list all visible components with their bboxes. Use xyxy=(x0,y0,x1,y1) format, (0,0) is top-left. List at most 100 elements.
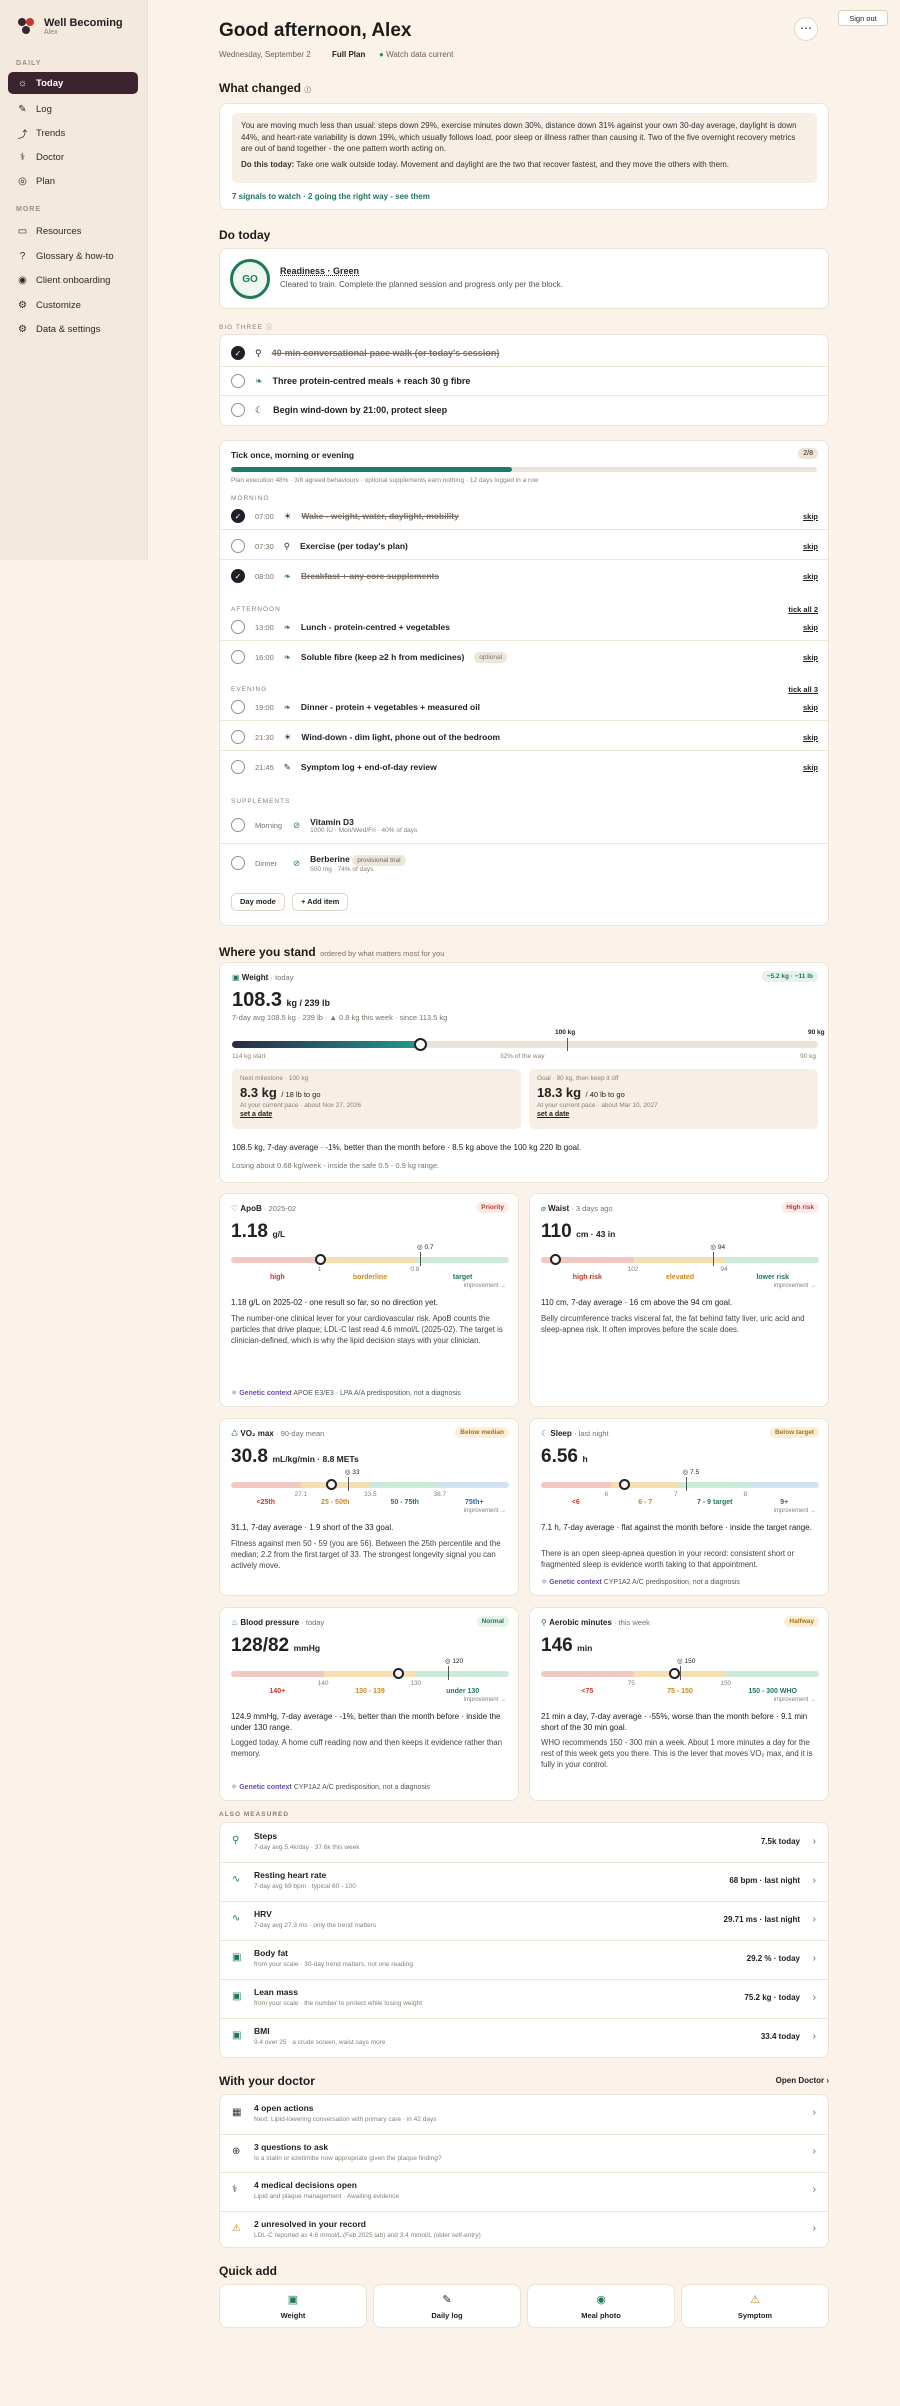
what-changed-body: You are moving much less than usual: ste… xyxy=(241,121,797,153)
sleep-tick-label: 6 xyxy=(604,1491,609,1498)
checkbox[interactable] xyxy=(231,620,245,634)
doctor-row[interactable]: ⊕ 3 questions to ask Is a statin or ezetim… xyxy=(220,2133,828,2172)
add-item-button[interactable]: + Add item xyxy=(292,893,349,911)
checkbox[interactable] xyxy=(231,539,245,553)
checkbox[interactable] xyxy=(231,760,245,774)
tick-all-evening[interactable]: tick all 3 xyxy=(788,685,818,694)
quick-add-icon: ▣ xyxy=(287,2294,299,2306)
tick-row[interactable]: 21:30 ☀ Wind-down - dim light, phone out o… xyxy=(220,728,828,746)
leaf-icon: ❧ xyxy=(283,651,291,662)
more-icon[interactable]: ⋯ xyxy=(794,17,818,41)
aero-card[interactable]: ⚲ Aerobic minutes · this week Halfway 146 … xyxy=(529,1607,829,1801)
optional-badge: optional xyxy=(474,651,508,663)
tick-row[interactable]: 19:00 ❧ Dinner - protein + vegetables + me… xyxy=(220,698,828,716)
waist-card[interactable]: ⌀ Waist · 3 days ago High risk 110 cm · 43… xyxy=(529,1193,829,1407)
doctor-row[interactable]: ⚠ 2 unresolved in your record LDL-C report… xyxy=(220,2210,828,2249)
quick-add-daily-log[interactable]: ✎ Daily log xyxy=(373,2284,521,2328)
checkbox[interactable] xyxy=(231,403,245,417)
also-row[interactable]: ∿ HRV 7-day avg 27.3 ms · only the trend m… xyxy=(220,1901,828,1940)
skip-link[interactable]: skip xyxy=(803,623,818,632)
skip-link[interactable]: skip xyxy=(803,512,818,521)
open-doctor-link[interactable]: Open Doctor › xyxy=(776,2076,829,2085)
sleep-zone-label: 9+ xyxy=(780,1499,789,1506)
tick-all-afternoon[interactable]: tick all 2 xyxy=(788,605,818,614)
also-row[interactable]: ▣ Body fat from your scale · 30-day trend … xyxy=(220,1940,828,1979)
day-mode-button[interactable]: Day mode xyxy=(231,893,285,911)
big-three-item[interactable]: ❧ Three protein-centred meals + reach 30 … xyxy=(220,371,828,391)
tick-row[interactable]: ✓ 08:00 ❧ Breakfast + any core supplements s… xyxy=(220,567,828,585)
aero-status-badge: Halfway xyxy=(784,1616,819,1627)
vo2-value-row: 30.8 mL/kg/min · 8.8 METs xyxy=(231,1446,359,1468)
quick-add-weight[interactable]: ▣ Weight xyxy=(219,2284,367,2328)
big-three-item[interactable]: ☾ Begin wind-down by 21:00, protect sleep xyxy=(220,400,828,420)
checkbox[interactable] xyxy=(231,374,245,388)
sleep-status-badge: Below target xyxy=(769,1427,819,1438)
aero-target-label: ◎ 150 xyxy=(677,1658,696,1665)
set-date-link[interactable]: set a date xyxy=(240,1111,513,1118)
checkbox[interactable] xyxy=(231,700,245,714)
skip-link[interactable]: skip xyxy=(803,703,818,712)
tick-row[interactable]: 13:00 ❧ Lunch - protein-centred + vegetabl… xyxy=(220,618,828,636)
also-row[interactable]: ∿ Resting heart rate 7-day avg 69 bpm · ty… xyxy=(220,1862,828,1901)
nav-item-onboarding[interactable]: ◉ Client onboarding xyxy=(8,269,138,291)
doctor-icon: ⚕ xyxy=(232,2184,238,2195)
checkbox[interactable]: ✓ xyxy=(231,346,245,360)
skip-link[interactable]: skip xyxy=(803,542,818,551)
nav-item-plan[interactable]: ◎ Plan xyxy=(8,170,138,192)
big-three-item[interactable]: ✓ ⚲ 40-min conversational-pace walk (or to… xyxy=(220,343,828,363)
apob-genetic-context[interactable]: ⚛ Genetic context APOE E3/E3 · LPA A/A p… xyxy=(231,1389,461,1397)
checkbox[interactable] xyxy=(231,818,245,832)
nav-item-resources[interactable]: ▭ Resources xyxy=(8,220,138,242)
aero-target-value: 150 xyxy=(684,1658,696,1665)
skip-link[interactable]: skip xyxy=(803,653,818,662)
bp-genetic-context[interactable]: ⚛ Genetic context CYP1A2 A/C predisposit… xyxy=(231,1783,430,1791)
also-row[interactable]: ⚲ Steps 7-day avg 5.4k/day · 37.6k this we… xyxy=(220,1823,828,1862)
nav-item-trends[interactable]: ⤴ Trends xyxy=(8,122,138,144)
vo2-card[interactable]: ♺ VO₂ max · 90-day mean Below median 30.8 … xyxy=(219,1418,519,1596)
tick-row[interactable]: 21:45 ✎ Symptom log + end-of-day review ski… xyxy=(220,758,828,776)
weight-card[interactable]: ▣ Weight · today −5.2 kg · −11 lb 108.3 … xyxy=(219,962,829,1183)
info-icon[interactable]: ⓘ xyxy=(304,87,311,94)
nav-item-doctor[interactable]: ⚕ Doctor xyxy=(8,146,138,168)
waist-detail: Belly circumference tracks visceral fat,… xyxy=(541,1314,805,1334)
sign-out-button[interactable]: Sign out xyxy=(838,10,888,26)
skip-link[interactable]: skip xyxy=(803,572,818,581)
quick-add-meal-photo[interactable]: ◉ Meal photo xyxy=(527,2284,675,2328)
app-logo[interactable]: Well Becoming Alex xyxy=(16,16,123,36)
checkbox[interactable] xyxy=(231,650,245,664)
evening-heading: EVENING xyxy=(231,686,268,693)
sleep-card[interactable]: ☾ Sleep · last night Below target 6.56 h ◎ … xyxy=(529,1418,829,1596)
checkbox[interactable] xyxy=(231,856,245,870)
signals-link[interactable]: 7 signals to watch · 2 going the right w… xyxy=(232,192,430,201)
checkbox[interactable]: ✓ xyxy=(231,509,245,523)
bp-card[interactable]: ♨ Blood pressure · today Normal 128/82 mmH… xyxy=(219,1607,519,1801)
set-date-link[interactable]: set a date xyxy=(537,1111,810,1118)
divider xyxy=(220,2210,828,2212)
doctor-row[interactable]: ⚕ 4 medical decisions open Lipid and plaqu… xyxy=(220,2172,828,2210)
nav-item-data-settings[interactable]: ⚙ Data & settings xyxy=(8,318,138,340)
supplement-row[interactable]: Dinner ⊘ Berberine provisional trial 500 mg… xyxy=(220,849,828,877)
big-three-label: BIG THREE xyxy=(219,324,263,331)
skip-link[interactable]: skip xyxy=(803,763,818,772)
readiness-card[interactable]: GO Readiness · Green Cleared to train. C… xyxy=(219,248,829,309)
checkbox[interactable] xyxy=(231,730,245,744)
doctor-row[interactable]: ▦ 4 open actions Next: Lipid-lowering conv… xyxy=(220,2095,828,2133)
also-row[interactable]: ▣ Lean mass from your scale · the number t… xyxy=(220,1979,828,2018)
tick-row[interactable]: 07:30 ⚲ Exercise (per today's plan) skip xyxy=(220,537,828,555)
also-name: Body fat xyxy=(254,1948,288,1958)
checkbox[interactable]: ✓ xyxy=(231,569,245,583)
skip-link[interactable]: skip xyxy=(803,733,818,742)
supplement-when: Dinner xyxy=(255,858,278,868)
nav-item-glossary[interactable]: ? Glossary & how-to xyxy=(8,245,138,267)
quick-add-symptom[interactable]: ⚠ Symptom xyxy=(681,2284,829,2328)
supplement-row[interactable]: Morning ⊘ Vitamin D3 1000 IU · Mon/Wed/Fri … xyxy=(220,811,828,839)
nav-item-today[interactable]: ☼ Today xyxy=(8,72,138,94)
nav-item-log[interactable]: ✎ Log xyxy=(8,98,138,120)
nav-item-customize[interactable]: ⚙ Customize xyxy=(8,294,138,316)
also-row[interactable]: ▣ BMI 9.4 over 25 · a crude screen, waist … xyxy=(220,2018,828,2057)
tick-row[interactable]: ✓ 07:00 ☀ Wake - weight, water, daylight, m… xyxy=(220,507,828,525)
apob-card[interactable]: ♡ ApoB · 2025-02 Priority 1.18 g/L ◎ 0.7 1 0.… xyxy=(219,1193,519,1407)
tick-row[interactable]: 16:00 ❧ Soluble fibre (keep ≥2 h from medi… xyxy=(220,648,828,666)
sleep-genetic-context[interactable]: ⚛ Genetic context CYP1A2 A/C predisposit… xyxy=(541,1578,740,1586)
supplements-heading: SUPPLEMENTS xyxy=(231,798,291,805)
